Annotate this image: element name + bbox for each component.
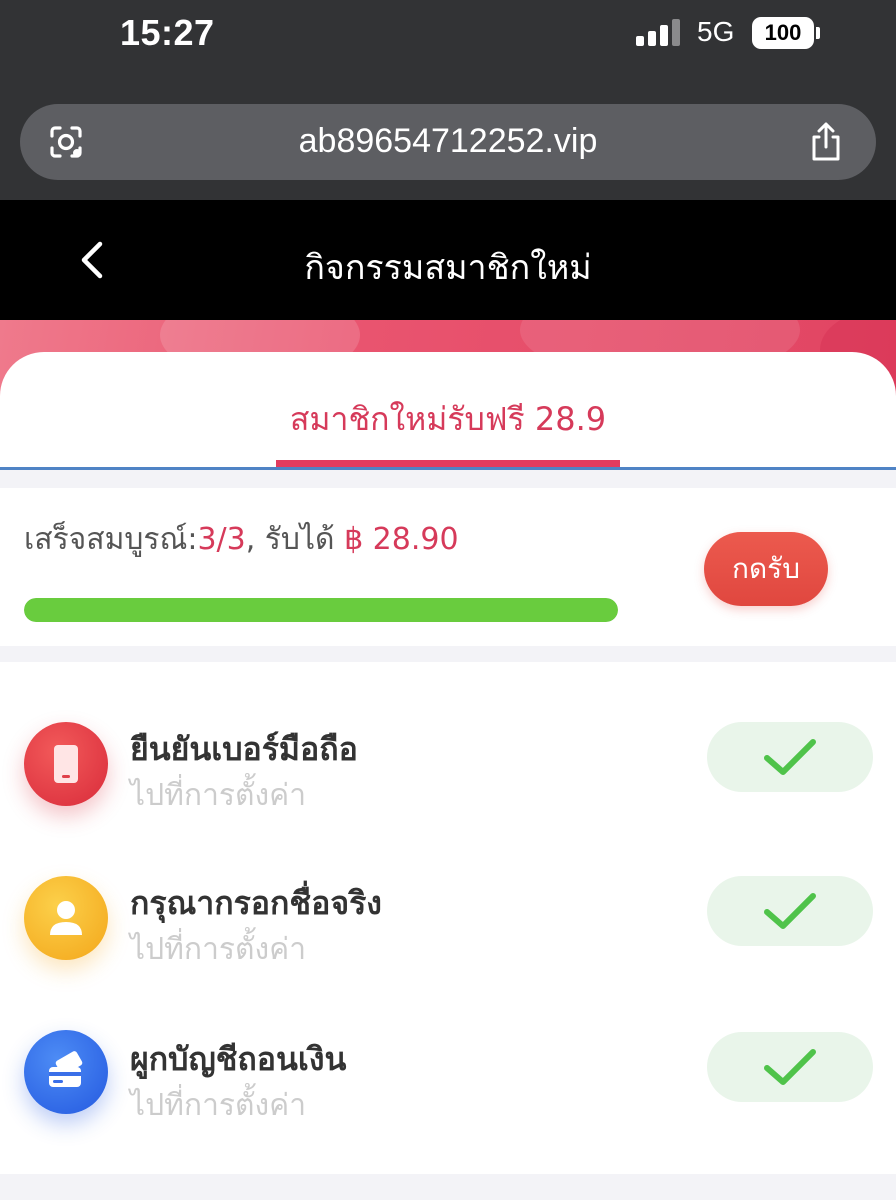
share-icon[interactable] — [806, 120, 846, 164]
battery-icon: 100 — [752, 17, 814, 49]
signal-icon — [636, 18, 682, 46]
list-item[interactable]: ยืนยันเบอร์มือถือ ไปที่การตั้งค่า — [0, 720, 896, 870]
app-header: กิจกรรมสมาชิกใหม่ — [0, 200, 896, 320]
progress-section: เสร็จสมบูรณ์:3/3, รับได้ ฿ 28.90 กดรับ — [0, 488, 896, 646]
check-icon — [764, 893, 816, 929]
status-bar: 15:27 5G 100 ab89654712252.vip — [0, 0, 896, 200]
claim-button[interactable]: กดรับ — [704, 532, 828, 606]
task-title: กรุณากรอกชื่อจริง — [130, 884, 382, 922]
task-status — [707, 1032, 873, 1102]
phone-icon — [24, 722, 108, 806]
battery-level: 100 — [764, 20, 802, 45]
user-icon — [24, 876, 108, 960]
progress-summary: เสร็จสมบูรณ์:3/3, รับได้ ฿ 28.90 — [24, 516, 459, 563]
task-title: ผูกบัญชีถอนเงิน — [130, 1040, 347, 1078]
progress-prefix: เสร็จสมบูรณ์: — [24, 522, 198, 557]
progress-count: 3/3 — [197, 522, 246, 557]
bottom-strip — [0, 1174, 896, 1200]
url-text[interactable]: ab89654712252.vip — [20, 122, 876, 161]
task-status — [707, 722, 873, 792]
page-title: กิจกรรมสมาชิกใหม่ — [304, 248, 592, 288]
url-bar[interactable]: ab89654712252.vip — [20, 104, 876, 180]
check-icon — [764, 1049, 816, 1085]
status-time: 15:27 — [120, 12, 215, 53]
tab-divider — [0, 467, 896, 470]
tab-bar: สมาชิกใหม่รับฟรี 28.9 — [0, 352, 896, 470]
task-status — [707, 876, 873, 946]
check-icon — [764, 739, 816, 775]
list-item[interactable]: ผูกบัญชีถอนเงิน ไปที่การตั้งค่า — [0, 1030, 896, 1180]
progress-middle: , รับได้ — [245, 522, 345, 557]
reward-amount: ฿ 28.90 — [344, 522, 459, 557]
list-item[interactable]: กรุณากรอกชื่อจริง ไปที่การตั้งค่า — [0, 876, 896, 1026]
task-subtitle[interactable]: ไปที่การตั้งค่า — [130, 926, 306, 973]
progress-bar — [24, 598, 618, 622]
battery-tip — [816, 27, 820, 39]
task-title: ยืนยันเบอร์มือถือ — [130, 730, 358, 768]
card-icon — [24, 1030, 108, 1114]
network-label: 5G — [697, 16, 735, 47]
task-subtitle[interactable]: ไปที่การตั้งค่า — [130, 1082, 306, 1129]
progress-bar-fill — [24, 598, 618, 622]
tab-indicator — [276, 460, 620, 467]
tab-new-member-bonus[interactable]: สมาชิกใหม่รับฟรี 28.9 — [0, 394, 896, 445]
task-subtitle[interactable]: ไปที่การตั้งค่า — [130, 772, 306, 819]
task-list: ยืนยันเบอร์มือถือ ไปที่การตั้งค่า กรุณาก… — [0, 662, 896, 1174]
